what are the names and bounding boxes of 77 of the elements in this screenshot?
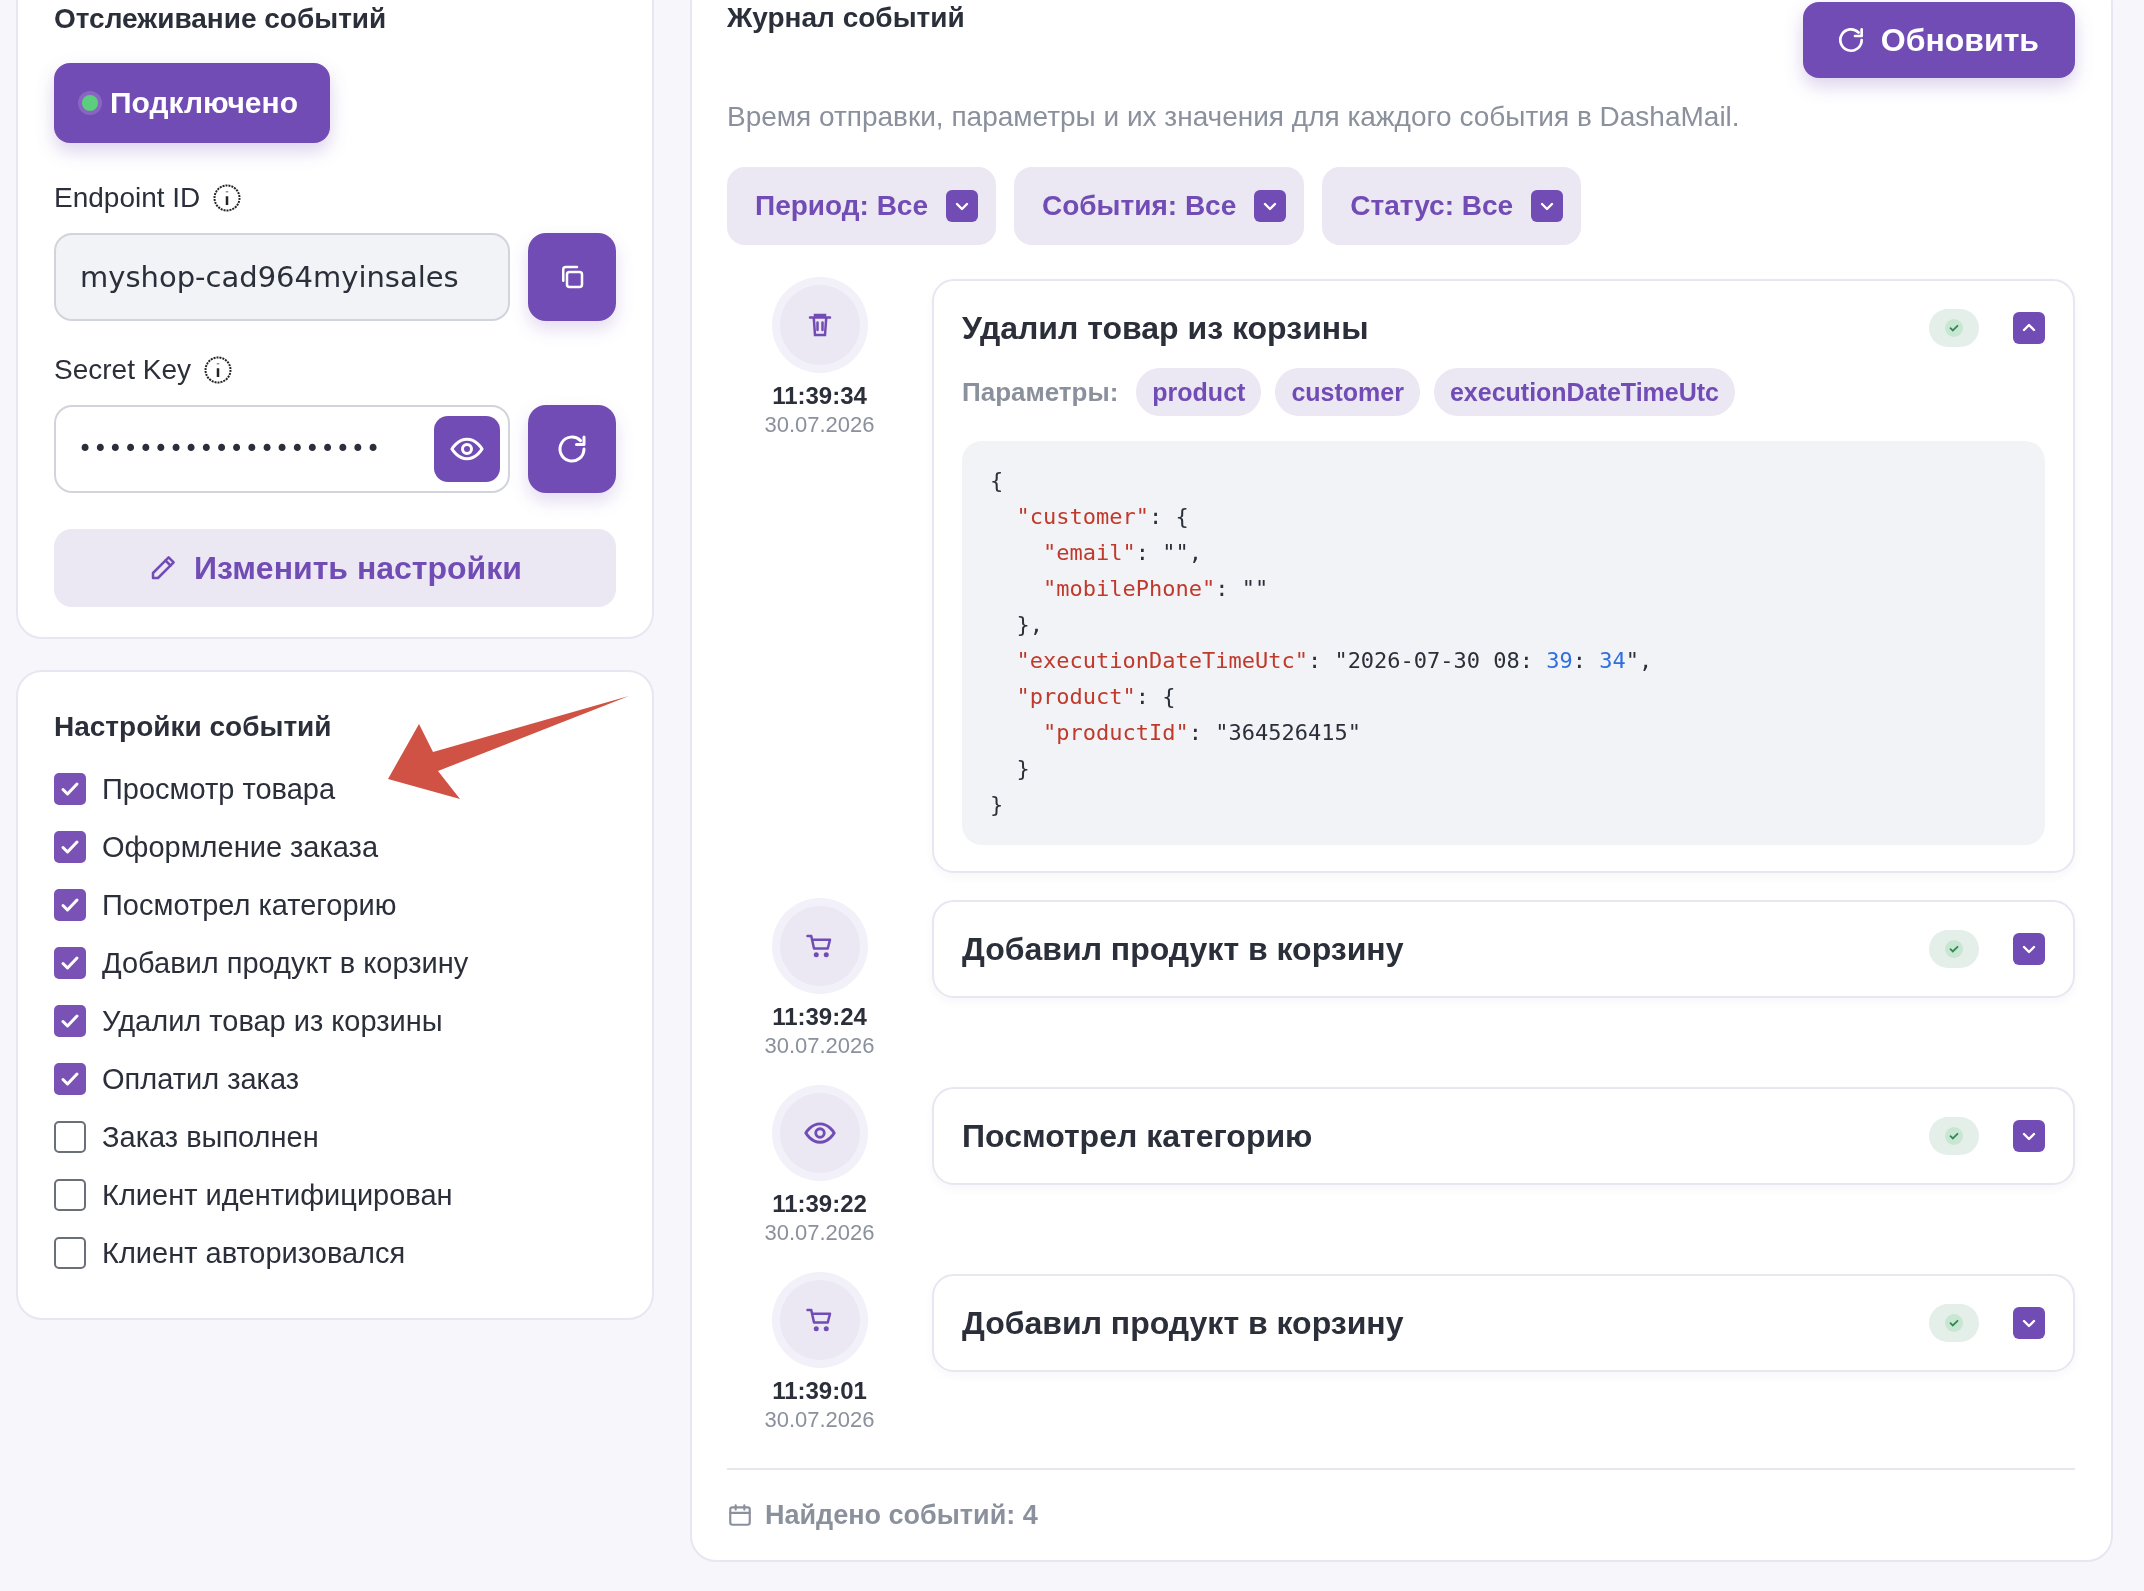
copy-button[interactable] <box>528 233 616 321</box>
checkbox-label: Заказ выполнен <box>102 1120 319 1154</box>
refresh-button[interactable]: Обновить <box>1802 2 2075 78</box>
code-line: "email": "", <box>1041 539 1203 567</box>
checkbox-label: Добавил продукт в корзину <box>102 946 469 980</box>
events-count: Найдено событий: 4 <box>765 1499 1038 1531</box>
checkbox[interactable] <box>54 1063 86 1095</box>
checkbox[interactable] <box>54 1237 86 1269</box>
calendar-icon <box>727 1502 753 1528</box>
code-line: } <box>1015 755 1031 783</box>
event-time: 11:39:34 <box>772 381 867 411</box>
checkbox-label: Оформление заказа <box>102 830 379 864</box>
regenerate-button[interactable] <box>528 405 616 493</box>
params-label: Параметры: <box>962 376 1119 408</box>
checkbox[interactable] <box>54 1121 86 1153</box>
checkbox[interactable] <box>54 947 86 979</box>
endpoint-id-field[interactable]: myshop-cad964myinsales <box>54 233 510 321</box>
filter-dropdown[interactable]: Статус: Все <box>1322 167 1582 245</box>
expand-button[interactable] <box>2013 1120 2045 1152</box>
event-date: 30.07.2026 <box>764 411 875 439</box>
event-title: Посмотрел категорию <box>962 1117 1314 1155</box>
check-icon <box>1944 1313 1964 1333</box>
checkbox[interactable] <box>54 889 86 921</box>
code-line: "productId": "364526415" <box>1041 719 1362 747</box>
checkbox-label: Удалил товар из корзины <box>102 1004 443 1038</box>
code-line: }, <box>1015 611 1044 639</box>
info-icon <box>212 183 243 213</box>
expand-button[interactable] <box>2013 933 2045 965</box>
checkbox-label: Посмотрел категорию <box>102 888 397 922</box>
check-icon <box>1944 1126 1964 1146</box>
event-card[interactable]: Посмотрел категорию <box>932 1087 2075 1185</box>
event-time: 11:39:01 <box>772 1376 867 1406</box>
collapse-button[interactable] <box>2013 312 2045 344</box>
event-card[interactable]: Добавил продукт в корзину <box>932 900 2075 998</box>
event-time: 11:39:22 <box>772 1189 867 1219</box>
show-password-button[interactable] <box>434 416 500 482</box>
code-line: { <box>990 467 1005 495</box>
param-tag: product <box>1136 368 1262 416</box>
code-line: } <box>990 791 1005 819</box>
checkbox[interactable] <box>54 1179 86 1211</box>
event-date: 30.07.2026 <box>764 1032 875 1060</box>
event-title: Добавил продукт в корзину <box>962 930 1405 968</box>
event-date: 30.07.2026 <box>764 1406 875 1434</box>
event-card[interactable]: Добавил продукт в корзину <box>932 1274 2075 1372</box>
field-label: Secret Key <box>54 354 191 386</box>
checkbox[interactable] <box>54 831 86 863</box>
checkbox[interactable] <box>54 773 86 805</box>
event-date: 30.07.2026 <box>764 1219 875 1247</box>
event-time: 11:39:24 <box>772 1002 867 1032</box>
checkbox-label: Клиент идентифицирован <box>102 1178 453 1212</box>
edit-settings-button[interactable]: Изменить настройки <box>54 529 616 607</box>
code-line: "customer": { <box>1015 503 1190 531</box>
check-icon <box>1944 318 1964 338</box>
code-line: "mobilePhone": "" <box>1041 575 1270 603</box>
check-icon <box>1944 939 1964 959</box>
checkbox-label: Просмотр товара <box>102 772 336 806</box>
checkbox-label: Клиент авторизовался <box>102 1236 406 1270</box>
param-tag: customer <box>1275 368 1420 416</box>
filter-dropdown[interactable]: События: Все <box>1014 167 1305 245</box>
expand-button[interactable] <box>2013 1307 2045 1339</box>
field-label: Endpoint ID <box>54 182 201 214</box>
connection-status-button[interactable]: Подключено <box>54 63 330 143</box>
event-title: Удалил товар из корзины <box>962 309 1370 347</box>
description-text: Время отправки, параметры и их значения для каждого события в DashaMail. <box>727 100 1741 134</box>
code-line: "executionDateTimeUtc": "2026-07-30 08: 39: 34", <box>1015 647 1654 675</box>
param-tag: executionDateTimeUtc <box>1433 368 1735 416</box>
checkbox-label: Оплатил заказ <box>102 1062 299 1096</box>
checkbox[interactable] <box>54 1005 86 1037</box>
filter-dropdown[interactable]: Период: Все <box>727 167 996 245</box>
section-title: Отслеживание событий <box>54 2 388 36</box>
secret-key-field[interactable]: •••••••••••••••••••• <box>54 405 510 493</box>
event-title: Добавил продукт в корзину <box>962 1304 1405 1342</box>
section-title: Журнал событий <box>727 2 965 34</box>
code-line: "product": { <box>1015 683 1177 711</box>
event-card[interactable] <box>932 279 2075 873</box>
section-title: Настройки событий <box>54 710 333 744</box>
info-icon <box>202 355 233 385</box>
